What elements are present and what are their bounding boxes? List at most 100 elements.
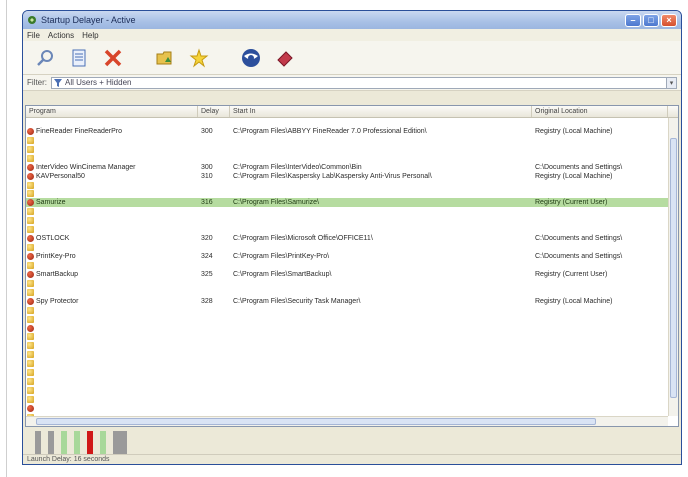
startup-shortcut-icon [27, 244, 34, 252]
cell-original-location [532, 350, 668, 359]
cell-delay: 300 [198, 163, 230, 172]
table-row[interactable] [26, 181, 668, 190]
cell-start-in-text: C:\Program Files\ABBYY FineReader 7.0 Pr… [233, 127, 427, 135]
star-button[interactable] [187, 46, 211, 70]
table-row[interactable] [26, 341, 668, 350]
cell-original-location [532, 207, 668, 216]
startup-shortcut-icon [27, 333, 34, 341]
cell-start-in [230, 288, 532, 297]
table-row[interactable] [26, 306, 668, 315]
menu-file[interactable]: File [27, 31, 40, 40]
menu-actions[interactable]: Actions [48, 31, 74, 40]
search-button[interactable] [33, 46, 57, 70]
properties-icon [72, 49, 86, 66]
cell-program [26, 333, 198, 342]
table-row[interactable] [26, 386, 668, 395]
folder-icon [156, 51, 172, 64]
table-row[interactable] [26, 350, 668, 359]
cell-delay [198, 359, 230, 368]
startup-shortcut-icon [27, 217, 34, 225]
maximize-button[interactable]: □ [643, 13, 659, 27]
table-row[interactable] [26, 315, 668, 324]
cell-delay [198, 324, 230, 333]
table-row[interactable] [26, 243, 668, 252]
table-row[interactable] [26, 154, 668, 163]
table-row[interactable] [26, 145, 668, 154]
table-row[interactable] [26, 288, 668, 297]
cell-original-location [532, 288, 668, 297]
table-row[interactable] [26, 118, 668, 127]
cell-start-in [230, 341, 532, 350]
cell-program: FineReader FineReaderPro [26, 127, 198, 136]
startup-shortcut-icon [27, 369, 34, 377]
filter-bar: Filter: All Users + Hidden ▾ [23, 75, 681, 91]
vertical-scrollbar[interactable] [668, 118, 678, 416]
folder-button[interactable] [153, 46, 177, 70]
status-bar: Launch Delay: 16 seconds [23, 454, 681, 464]
filter-select[interactable]: All Users + Hidden [51, 76, 667, 89]
horizontal-scrollbar[interactable] [26, 416, 668, 426]
table-row[interactable]: KAVPersonal50 310 C:\Program Files\Kaspers… [26, 172, 668, 181]
startup-app-icon [27, 270, 34, 278]
table-row[interactable]: Samurize 316 C:\Program Files\Samurize\ Reg… [26, 198, 668, 208]
cell-delay [198, 181, 230, 190]
column-header-program[interactable]: Program [26, 106, 198, 117]
title-bar[interactable]: Startup Delayer - Active – □ × [23, 11, 681, 29]
minimize-button[interactable]: – [625, 13, 641, 27]
table-row[interactable] [26, 324, 668, 333]
cell-program [26, 136, 198, 145]
delete-button[interactable] [101, 46, 125, 70]
column-header-start-in[interactable]: Start In [230, 106, 532, 117]
column-header-delay[interactable]: Delay [198, 106, 230, 117]
table-row[interactable] [26, 225, 668, 234]
cell-delay [198, 190, 230, 199]
status-text: Launch Delay: 16 seconds [27, 456, 110, 463]
startup-app-icon [27, 172, 34, 180]
cell-program-text: FineReader FineReaderPro [36, 127, 122, 135]
cell-delay [198, 341, 230, 350]
cell-original-location [532, 315, 668, 324]
table-row[interactable] [26, 279, 668, 288]
eraser-button[interactable] [273, 46, 297, 70]
filter-value: All Users + Hidden [65, 78, 132, 87]
cell-program: SmartBackup [26, 270, 198, 279]
table-row[interactable] [26, 136, 668, 145]
table-row[interactable] [26, 261, 668, 270]
table-row[interactable]: Spy Protector 328 C:\Program Files\Securit… [26, 297, 668, 306]
cell-delay: 320 [198, 234, 230, 243]
table-row[interactable] [26, 190, 668, 199]
menu-help[interactable]: Help [82, 31, 98, 40]
table-row[interactable] [26, 368, 668, 377]
cell-program [26, 181, 198, 190]
table-row[interactable] [26, 333, 668, 342]
filter-label: Filter: [27, 78, 47, 87]
cell-start-in [230, 207, 532, 216]
cell-start-in [230, 225, 532, 234]
table-row[interactable]: InterVideo WinCinema Manager 300 C:\Progra… [26, 163, 668, 172]
cell-start-in: C:\Program Files\Kaspersky Lab\Kaspersky… [230, 172, 532, 181]
cell-delay [198, 136, 230, 145]
cell-original-location [532, 243, 668, 252]
table-row[interactable] [26, 207, 668, 216]
table-row[interactable]: FineReader FineReaderPro 300 C:\Program Fi… [26, 127, 668, 136]
globe-button[interactable] [239, 46, 263, 70]
table-row[interactable]: OSTLOCK 320 C:\Program Files\Microsoft Off… [26, 234, 668, 243]
table-row[interactable] [26, 216, 668, 225]
table-row[interactable] [26, 395, 668, 404]
cell-delay-text: 300 [201, 127, 213, 135]
column-header-original-location[interactable]: Original Location [532, 106, 668, 117]
cell-start-in [230, 190, 532, 199]
table-row[interactable]: SmartBackup 325 C:\Program Files\SmartBack… [26, 270, 668, 279]
properties-button[interactable] [67, 46, 91, 70]
table-row[interactable] [26, 377, 668, 386]
cell-delay [198, 243, 230, 252]
chevron-down-icon[interactable]: ▾ [667, 76, 677, 89]
table-row[interactable]: PrintKey-Pro 324 C:\Program Files\PrintKey… [26, 252, 668, 261]
table-row[interactable] [26, 359, 668, 368]
cell-original-location: Registry (Current User) [532, 270, 668, 279]
window-title: Startup Delayer - Active [41, 15, 136, 25]
cell-original-location [532, 181, 668, 190]
table-row[interactable] [26, 404, 668, 413]
close-button[interactable]: × [661, 13, 677, 27]
startup-items-table: Program Delay Start In Original Location… [25, 105, 679, 427]
